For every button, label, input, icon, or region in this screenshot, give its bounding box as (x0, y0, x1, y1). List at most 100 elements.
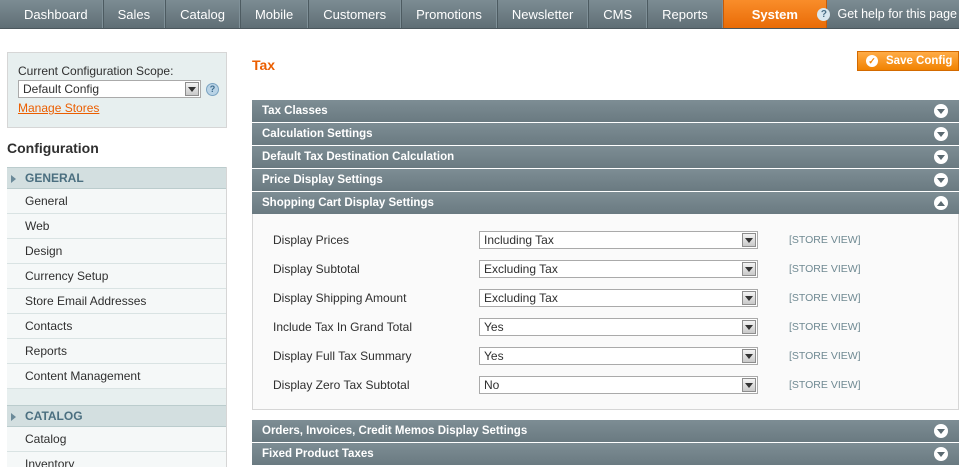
sidebar-group-label: CATALOG (25, 409, 83, 423)
nav-catalog[interactable]: Catalog (165, 0, 240, 28)
sidebar-item-currency-setup[interactable]: Currency Setup (7, 264, 226, 289)
sidebar-item-catalog[interactable]: Catalog (7, 427, 226, 452)
scope-tag: [STORE VIEW] (789, 263, 861, 275)
field-row-display-zero-tax-subtotal: Display Zero Tax Subtotal No [STORE VIEW… (273, 376, 943, 394)
field-row-display-shipping-amount: Display Shipping Amount Excluding Tax [S… (273, 289, 943, 307)
expand-icon (934, 447, 948, 461)
help-link[interactable]: ? Get help for this page (817, 0, 957, 28)
collapse-icon (934, 196, 948, 210)
sidebar-item-reports[interactable]: Reports (7, 339, 226, 364)
field-row-display-prices: Display Prices Including Tax [STORE VIEW… (273, 231, 943, 249)
sidebar-item-store-email-addresses[interactable]: Store Email Addresses (7, 289, 226, 314)
chevron-down-icon (742, 291, 756, 305)
field-row-display-subtotal: Display Subtotal Excluding Tax [STORE VI… (273, 260, 943, 278)
scope-tag: [STORE VIEW] (789, 292, 861, 304)
section-label: Calculation Settings (262, 128, 373, 140)
chevron-down-icon (742, 262, 756, 276)
select-value: Yes (484, 349, 504, 363)
section-shopping-cart-display-settings[interactable]: Shopping Cart Display Settings (252, 192, 959, 214)
section-default-tax-destination[interactable]: Default Tax Destination Calculation (252, 146, 959, 168)
check-icon: ✓ (866, 55, 878, 67)
sidebar-item-content-management[interactable]: Content Management (7, 364, 226, 389)
scope-tag: [STORE VIEW] (789, 234, 861, 246)
sidebar: GENERAL General Web Design Currency Setu… (7, 167, 227, 467)
scope-tag: [STORE VIEW] (789, 350, 861, 362)
section-orders-invoices-credit-memos[interactable]: Orders, Invoices, Credit Memos Display S… (252, 420, 959, 442)
field-row-display-full-tax-summary: Display Full Tax Summary Yes [STORE VIEW… (273, 347, 943, 365)
section-label: Fixed Product Taxes (262, 448, 374, 460)
field-label: Display Shipping Amount (273, 291, 407, 305)
chevron-down-icon (742, 378, 756, 392)
scope-tag: [STORE VIEW] (789, 321, 861, 333)
display-full-tax-summary-select[interactable]: Yes (479, 347, 758, 365)
caret-right-icon (11, 413, 16, 421)
nav-sales[interactable]: Sales (102, 0, 166, 28)
select-value: Including Tax (484, 233, 554, 247)
scope-help-icon[interactable]: ? (206, 82, 219, 96)
top-nav: Dashboard Sales Catalog Mobile Customers… (0, 0, 959, 29)
nav-customers[interactable]: Customers (308, 0, 402, 28)
chevron-down-icon (742, 320, 756, 334)
expand-icon (934, 173, 948, 187)
sidebar-item-contacts[interactable]: Contacts (7, 314, 226, 339)
expand-icon (934, 150, 948, 164)
display-prices-select[interactable]: Including Tax (479, 231, 758, 249)
field-label: Display Full Tax Summary (273, 349, 412, 363)
manage-stores-link[interactable]: Manage Stores (18, 101, 99, 115)
nav-newsletter[interactable]: Newsletter (496, 0, 589, 28)
section-label: Price Display Settings (262, 174, 383, 186)
nav-dashboard[interactable]: Dashboard (0, 0, 103, 28)
field-label: Display Zero Tax Subtotal (273, 378, 410, 392)
sidebar-item-design[interactable]: Design (7, 239, 226, 264)
section-label: Shopping Cart Display Settings (262, 197, 434, 209)
nav-cms[interactable]: CMS (588, 0, 648, 28)
chevron-down-icon (742, 349, 756, 363)
sidebar-title: Configuration (7, 140, 99, 156)
select-value: No (484, 378, 500, 392)
section-label: Default Tax Destination Calculation (262, 151, 455, 163)
expand-icon (934, 104, 948, 118)
chevron-down-icon (742, 233, 756, 247)
section-fixed-product-taxes[interactable]: Fixed Product Taxes (252, 443, 959, 465)
sidebar-item-inventory[interactable]: Inventory (7, 452, 226, 467)
scope-select-value: Default Config (23, 82, 100, 96)
field-label: Display Prices (273, 233, 350, 247)
help-label: Get help for this page (837, 7, 957, 21)
sidebar-group-catalog[interactable]: CATALOG (7, 405, 226, 427)
sidebar-item-web[interactable]: Web (7, 214, 226, 239)
expand-icon (934, 424, 948, 438)
nav-reports[interactable]: Reports (647, 0, 723, 28)
select-value: Excluding Tax (484, 291, 558, 305)
sidebar-item-general[interactable]: General (7, 189, 226, 214)
display-shipping-amount-select[interactable]: Excluding Tax (479, 289, 758, 307)
include-tax-grand-total-select[interactable]: Yes (479, 318, 758, 336)
section-tax-classes[interactable]: Tax Classes (252, 100, 959, 122)
sidebar-group-label: GENERAL (25, 171, 84, 185)
nav-promotions[interactable]: Promotions (401, 0, 497, 28)
field-label: Display Subtotal (273, 262, 360, 276)
section-label: Tax Classes (262, 105, 328, 117)
help-icon: ? (817, 7, 831, 21)
page-title: Tax (252, 57, 276, 73)
section-calculation-settings[interactable]: Calculation Settings (252, 123, 959, 145)
select-value: Excluding Tax (484, 262, 558, 276)
section-price-display-settings[interactable]: Price Display Settings (252, 169, 959, 191)
field-row-include-tax-grand-total: Include Tax In Grand Total Yes [STORE VI… (273, 318, 943, 336)
expand-icon (934, 127, 948, 141)
display-zero-tax-subtotal-select[interactable]: No (479, 376, 758, 394)
scope-switcher: Current Configuration Scope: Default Con… (7, 52, 227, 128)
nav-mobile[interactable]: Mobile (239, 0, 309, 28)
display-subtotal-select[interactable]: Excluding Tax (479, 260, 758, 278)
scope-select[interactable]: Default Config (18, 80, 201, 98)
caret-right-icon (11, 175, 16, 183)
select-value: Yes (484, 320, 504, 334)
sidebar-group-general[interactable]: GENERAL (7, 167, 226, 189)
scope-tag: [STORE VIEW] (789, 379, 861, 391)
shopping-cart-settings-panel: Display Prices Including Tax [STORE VIEW… (252, 214, 959, 410)
chevron-down-icon (185, 82, 199, 96)
save-config-label: Save Config (886, 55, 953, 67)
save-config-button[interactable]: ✓ Save Config (857, 51, 959, 71)
field-label: Include Tax In Grand Total (273, 320, 412, 334)
nav-system[interactable]: System (722, 0, 827, 28)
section-label: Orders, Invoices, Credit Memos Display S… (262, 425, 528, 437)
